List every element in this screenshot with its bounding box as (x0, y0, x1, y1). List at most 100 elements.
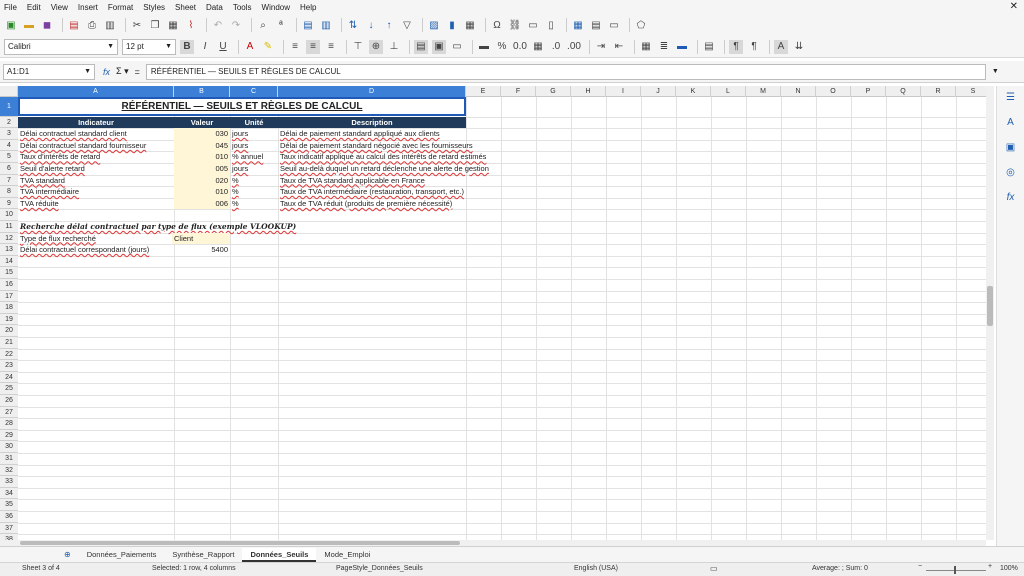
row-header[interactable]: 19 (0, 313, 18, 326)
zoom-out-icon[interactable]: − (918, 563, 922, 570)
find-replace-icon[interactable]: ⌕ (256, 18, 270, 32)
align-left-icon[interactable]: ≡ (288, 40, 302, 54)
gallery-icon[interactable]: ▣ (1004, 142, 1018, 156)
row-header[interactable]: 9 (0, 197, 18, 210)
menu-file[interactable]: File (4, 3, 17, 12)
column-header-i[interactable]: I (606, 86, 641, 97)
align-top-icon[interactable]: ⊤ (351, 40, 365, 54)
column-header-m[interactable]: M (746, 86, 781, 97)
row-header[interactable]: 1 (0, 97, 18, 117)
row-header[interactable]: 2 (0, 116, 18, 129)
formula-input[interactable]: RÉFÉRENTIEL — SEUILS ET RÈGLES DE CALCUL (145, 63, 986, 80)
column-header-r[interactable]: R (921, 86, 956, 97)
row-header[interactable]: 25 (0, 383, 18, 395)
sort-icon[interactable]: ⇅ (346, 18, 360, 32)
row-header[interactable]: 12 (0, 232, 18, 245)
vertical-scrollbar[interactable] (986, 86, 994, 540)
description-cell[interactable]: Délai de paiement standard appliqué aux … (278, 128, 466, 140)
menu-insert[interactable]: Insert (78, 3, 98, 12)
row-header[interactable]: 29 (0, 429, 18, 442)
merge-center-icon[interactable]: ▣ (432, 39, 446, 54)
zoom-slider-knob[interactable] (954, 566, 956, 574)
functions-icon[interactable]: fx (1004, 192, 1018, 206)
row-header[interactable]: 24 (0, 371, 18, 384)
paste-icon[interactable]: ▦ (166, 18, 180, 32)
row-header[interactable]: 37 (0, 522, 18, 535)
header-valeur[interactable]: Valeur (174, 116, 230, 129)
print-preview-icon[interactable]: ▥ (103, 18, 117, 32)
indicator-cell[interactable]: Délai contractuel standard fournisseur (18, 140, 174, 152)
description-cell[interactable]: Taux de TVA standard applicable en Franc… (278, 175, 466, 187)
value-cell[interactable]: 010 (174, 186, 230, 198)
font-name-box[interactable]: Calibri ▼ (4, 38, 118, 55)
menu-edit[interactable]: Edit (27, 3, 41, 12)
value-cell[interactable]: 020 (174, 174, 230, 187)
indicator-cell[interactable]: Taux d'intérêts de retard (18, 151, 174, 163)
function-wizard-icon[interactable]: fx (103, 67, 110, 77)
pivot-table-icon[interactable]: ▦ (463, 18, 477, 32)
row-header[interactable]: 8 (0, 186, 18, 198)
column-header-s[interactable]: S (956, 86, 986, 97)
lookup-label-cell[interactable]: Type de flux recherché (18, 233, 96, 245)
row-header[interactable]: 26 (0, 395, 18, 407)
close-document-icon[interactable]: ✕ (1010, 1, 1018, 12)
indicator-cell[interactable]: Seuil d'alerte retard (18, 163, 174, 175)
row-header[interactable]: 15 (0, 267, 18, 279)
row-header[interactable]: 34 (0, 487, 18, 500)
export-pdf-icon[interactable]: ▤ (67, 18, 81, 32)
result-value-cell[interactable]: 5400 (174, 244, 230, 256)
menu-styles[interactable]: Styles (143, 3, 165, 12)
clone-format-icon[interactable]: ⌇ (184, 18, 198, 32)
row-header[interactable]: 35 (0, 499, 18, 511)
conditional-format-icon[interactable]: ▤ (702, 40, 716, 54)
percent-format-icon[interactable]: % (495, 40, 509, 54)
header-unite[interactable]: Unité (230, 116, 278, 129)
row-icon[interactable]: ▤ (301, 18, 315, 32)
row-header[interactable]: 27 (0, 406, 18, 419)
align-middle-icon[interactable]: ⊕ (369, 39, 383, 54)
sort-descending-icon[interactable]: ↑ (382, 18, 396, 32)
column-icon[interactable]: ▥ (319, 18, 333, 32)
properties-icon[interactable]: ☰ (1004, 92, 1018, 106)
open-folder-icon[interactable]: ▬ (22, 18, 36, 32)
row-header[interactable]: 13 (0, 244, 18, 256)
copy-icon[interactable]: ❐ (148, 18, 162, 32)
menu-format[interactable]: Format (108, 3, 133, 12)
right-to-left-icon[interactable]: ¶ (747, 40, 761, 54)
freeze-rows-columns-icon[interactable]: ▤ (589, 18, 603, 32)
unit-cell[interactable]: % (230, 186, 278, 198)
unit-cell[interactable]: jours (230, 140, 278, 152)
row-header[interactable]: 22 (0, 348, 18, 361)
undo-icon[interactable]: ↶ (211, 18, 225, 32)
row-header[interactable]: 33 (0, 476, 18, 488)
value-cell[interactable]: 006 (174, 197, 230, 210)
header-description[interactable]: Description (278, 116, 466, 129)
currency-format-icon[interactable]: ▬ (477, 40, 491, 54)
tab-mode-emploi[interactable]: Mode_Emploi (316, 548, 378, 562)
description-cell[interactable]: Taux indicatif appliqué au calcul des in… (278, 151, 486, 163)
row-header[interactable]: 28 (0, 418, 18, 430)
row-header[interactable]: 14 (0, 255, 18, 268)
lookup-value-cell[interactable]: Client (172, 232, 230, 245)
menu-window[interactable]: Window (262, 3, 290, 12)
new-document-icon[interactable]: ▣ (4, 18, 18, 32)
select-all-corner[interactable] (0, 86, 18, 97)
row-header[interactable]: 20 (0, 325, 18, 337)
highlight-color-icon[interactable]: ✎ (261, 40, 275, 54)
borders-icon[interactable]: ▦ (639, 40, 653, 54)
text-vertical-icon[interactable]: ⇊ (792, 40, 806, 54)
comment-icon[interactable]: ▭ (526, 18, 540, 32)
row-header[interactable]: 6 (0, 163, 18, 175)
expand-formula-icon[interactable]: ▼ (992, 68, 999, 75)
unit-cell[interactable]: jours (230, 128, 278, 140)
description-cell[interactable]: Seuil au-delà duquel un retard déclenche… (278, 163, 489, 175)
row-header[interactable]: 36 (0, 511, 18, 523)
redo-icon[interactable]: ↷ (229, 18, 243, 32)
special-character-icon[interactable]: Ω (490, 18, 504, 32)
vertical-scroll-thumb[interactable] (987, 286, 993, 326)
row-header[interactable]: 18 (0, 302, 18, 314)
unit-cell[interactable]: % annuel (230, 151, 278, 163)
text-horizontal-icon[interactable]: A (774, 39, 788, 54)
column-header-e[interactable]: E (466, 86, 501, 97)
zoom-slider[interactable] (926, 570, 986, 571)
